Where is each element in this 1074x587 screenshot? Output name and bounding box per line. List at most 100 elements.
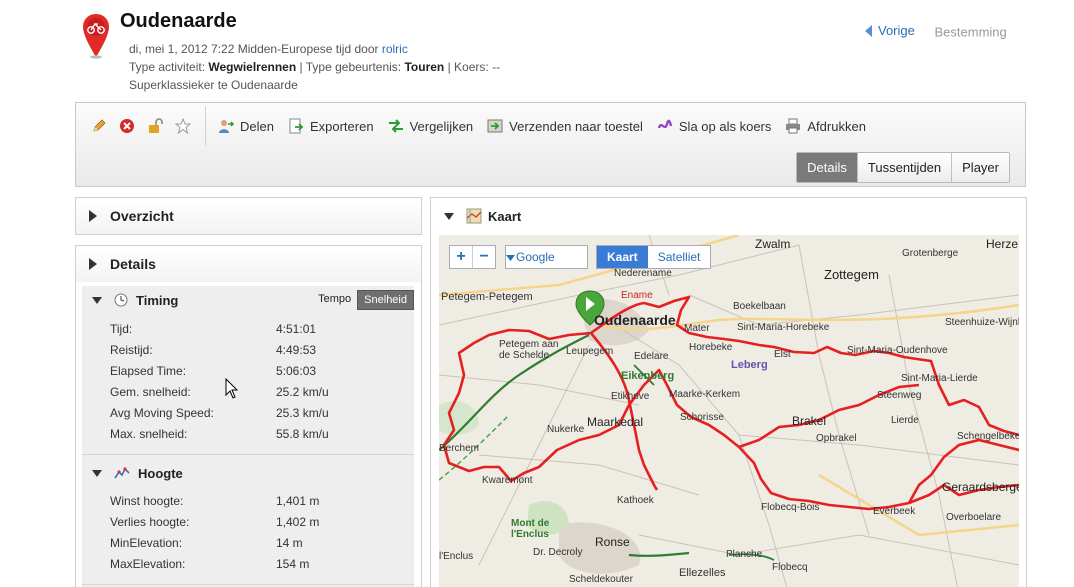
map-place-label: Zottegem [824,267,879,282]
map-place-label: Horebeke [689,342,733,353]
tab-splits[interactable]: Tussentijden [856,153,952,182]
map-place-label: Scheldekouter [569,574,633,585]
map-place-label: Ellezelles [679,567,726,579]
map-place-label: Eikenberg [621,370,675,382]
details-panel-header[interactable]: Details [76,246,421,282]
stat-label: Tijd: [110,322,133,336]
details-body: Timing Tempo Snelheid Tijd: 4:51:01 Reist… [82,286,414,587]
previous-activity-link[interactable]: Vorige [865,23,915,38]
stat-row: Reistijd: 4:49:53 [110,343,410,364]
edit-pencil-icon[interactable] [91,118,107,134]
stat-label: Elapsed Time: [110,364,187,378]
activity-header: Oudenaarde di, mei 1, 2012 7:22 Midden-E… [78,8,1038,100]
favorite-star-icon[interactable] [175,118,191,134]
collapse-arrow-icon [444,212,454,220]
delete-icon[interactable] [119,118,135,134]
toolbar-actions: Delen Exporteren Vergelijken Verzenden n… [91,106,880,146]
route-map[interactable]: + − Google Kaart Satelliet Zwalm Herze G… [439,235,1019,587]
privacy-lock-icon[interactable] [147,118,163,134]
map-place-label: Opbrakel [816,433,857,444]
event-type-label: | Type gebeurtenis: [296,60,405,74]
map-place-label: Leberg [731,359,768,371]
stat-row: MaxElevation: 154 m [110,557,410,578]
stat-row: Gem. snelheid: 25.2 km/u [110,385,410,406]
zoom-out-button[interactable]: − [473,246,495,268]
save-as-course-button[interactable]: Sla op als koers [657,118,772,134]
save-as-course-label: Sla op als koers [678,118,772,134]
stat-row: Avg Moving Speed: 25.3 km/u [110,406,410,427]
map-place-label: Maarkedal [587,415,644,429]
send-to-device-button[interactable]: Verzenden naar toestel [487,118,643,134]
map-place-label: Everbeek [873,506,916,517]
stat-row: Winst hoogte: 1,401 m [110,494,410,515]
map-provider-select[interactable]: Google [505,245,588,269]
mouse-cursor-icon [225,378,239,399]
details-panel: Details Timing Tempo Snelheid Tijd: 4:51:… [75,245,422,587]
export-label: Exporteren [309,118,374,134]
tab-player[interactable]: Player [951,153,1009,182]
map-place-label: Sint-Maria-Oudenhove [847,345,948,356]
map-place-label: Maarke-Kerkem [669,389,741,400]
map-place-label: Sint-Maria-Horebeke [737,322,830,333]
map-type-kaart[interactable]: Kaart [597,246,648,268]
elevation-section-header[interactable]: Hoogte [82,459,414,487]
stat-row: Elapsed Time: 5:06:03 [110,364,410,385]
stat-label: MaxElevation: [110,557,186,571]
speed-toggle[interactable]: Snelheid [357,290,414,310]
map-place-label: Herze [986,237,1019,251]
stat-value: 154 m [276,557,310,571]
map-place-label: Planche [726,549,763,560]
stat-label: Verlies hoogte: [110,515,190,529]
map-type-satelliet[interactable]: Satelliet [648,246,711,268]
map-icon [466,208,482,224]
overview-panel-header[interactable]: Overzicht [76,198,421,234]
activity-user-link[interactable]: rolric [382,42,408,56]
map-title: Kaart [488,208,522,224]
stat-row: Max. snelheid: 55.8 km/u [110,427,410,448]
zoom-controls: + − [449,245,496,269]
map-place-label: Leupegem [566,346,614,357]
map-place-label: Ronse [595,535,630,549]
dropdown-arrow-icon [506,255,515,261]
compare-icon [388,118,404,134]
map-place-label: Sint-Maria-Lierde [901,373,978,384]
map-place-label: Nukerke [547,424,585,435]
save-course-icon [657,118,673,134]
export-button[interactable]: Exporteren [288,118,374,134]
activity-pin-icon [83,14,109,59]
next-activity-link[interactable]: Bestemming [935,25,1007,40]
timing-title: Timing [136,292,179,308]
stat-value: 25.3 km/u [276,406,329,420]
course-label: | Koers: -- [444,60,501,74]
map-place-label: Mont de l'Enclus [511,518,550,540]
stat-value: 1,401 m [276,494,320,508]
tab-details[interactable]: Details [797,153,857,182]
stat-label: MinElevation: [110,536,183,550]
map-place-label: Grotenberge [902,248,959,259]
stat-label: Reistijd: [110,343,153,357]
timing-section-header[interactable]: Timing Tempo Snelheid [82,286,414,314]
stat-row: MinElevation: 14 m [110,536,410,557]
tempo-toggle[interactable]: Tempo [312,290,357,310]
event-type-value: Touren [404,60,445,74]
stat-value: 14 m [276,536,303,550]
chevron-left-icon [865,24,872,37]
map-place-label: Geraardsbergen [942,480,1019,494]
map-place-label: Zwalm [755,237,791,251]
print-button[interactable]: Afdrukken [785,118,866,134]
stat-label: Avg Moving Speed: [110,406,214,420]
activity-meta: di, mei 1, 2012 7:22 Midden-Europese tij… [129,40,500,94]
map-place-label: Ename [621,290,653,301]
stat-label: Max. snelheid: [110,427,188,441]
zoom-in-button[interactable]: + [450,246,472,268]
compare-button[interactable]: Vergelijken [388,118,474,134]
collapse-arrow-icon [92,469,102,477]
stat-value: 5:06:03 [276,364,317,378]
compare-label: Vergelijken [409,118,474,134]
map-place-label: Brakel [792,414,827,428]
map-panel-header[interactable]: Kaart [431,198,1026,234]
stat-value: 4:51:01 [276,322,317,336]
share-button[interactable]: Delen [218,118,274,134]
overview-panel: Overzicht [75,197,422,235]
send-device-icon [487,118,503,134]
